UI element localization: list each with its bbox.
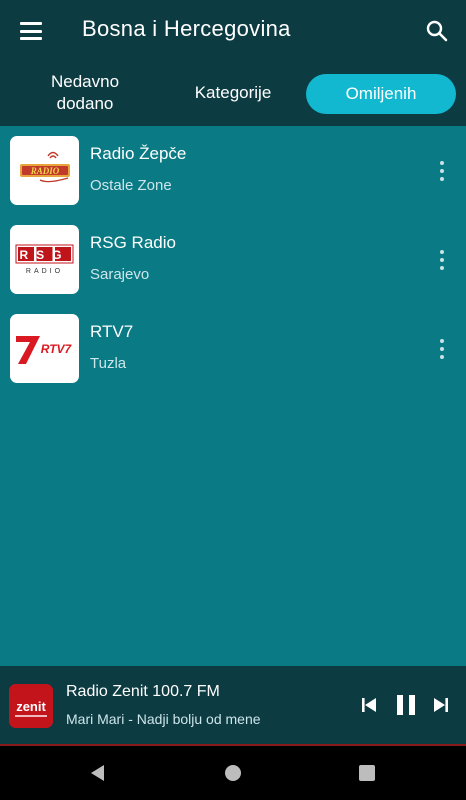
station-list: RADIO Radio Žepče Ostale Zone RSG RADIO … bbox=[0, 126, 466, 393]
station-location: Sarajevo bbox=[90, 266, 150, 283]
more-vert-icon[interactable] bbox=[438, 250, 446, 270]
radio-zenit-logo: zenit bbox=[9, 684, 53, 728]
tab-categories[interactable]: Kategorije bbox=[170, 72, 296, 114]
rtv7-logo: RTV7 bbox=[10, 314, 79, 383]
rsg-logo-subtext: RADIO bbox=[26, 268, 63, 275]
tab-recently-added[interactable]: Nedavno dodano bbox=[20, 72, 150, 114]
list-item[interactable]: RADIO Radio Žepče Ostale Zone bbox=[0, 126, 466, 215]
zenit-logo-text: zenit bbox=[16, 699, 46, 714]
page-title: Bosna i Hercegovina bbox=[82, 16, 291, 41]
rsg-logo-text: RSG bbox=[19, 248, 69, 262]
svg-text:RADIO: RADIO bbox=[30, 166, 60, 176]
station-location: Ostale Zone bbox=[90, 177, 172, 194]
tab-label-line2: dodano bbox=[56, 94, 114, 113]
list-item[interactable]: RTV7 RTV7 Tuzla bbox=[0, 304, 466, 393]
back-icon[interactable] bbox=[88, 763, 108, 788]
system-nav-bar bbox=[0, 746, 466, 800]
more-vert-icon[interactable] bbox=[438, 339, 446, 359]
more-vert-icon[interactable] bbox=[438, 161, 446, 181]
station-name: Radio Žepče bbox=[90, 144, 187, 163]
radio-zepce-logo: RADIO bbox=[10, 136, 79, 205]
station-name: RTV7 bbox=[90, 322, 134, 341]
station-name: RSG Radio bbox=[90, 233, 176, 252]
search-icon[interactable] bbox=[424, 18, 450, 44]
recents-icon[interactable] bbox=[357, 763, 377, 788]
pause-icon[interactable] bbox=[394, 693, 418, 722]
skip-next-icon[interactable] bbox=[432, 696, 450, 719]
rsg-radio-logo: RSG RADIO bbox=[10, 225, 79, 294]
rtv7-logo-text: RTV7 bbox=[41, 342, 73, 356]
tab-label-line1: Nedavno bbox=[50, 72, 120, 91]
list-item[interactable]: RSG RADIO RSG Radio Sarajevo bbox=[0, 215, 466, 304]
tab-label: Omiljenih bbox=[345, 84, 417, 103]
skip-previous-icon[interactable] bbox=[360, 696, 378, 719]
tab-bar: Nedavno dodano Kategorije Omiljenih bbox=[0, 62, 466, 126]
tab-label: Kategorije bbox=[194, 83, 272, 102]
station-location: Tuzla bbox=[90, 355, 127, 372]
now-playing-station: Radio Zenit 100.7 FM bbox=[66, 683, 220, 700]
now-playing-track: Mari Mari - Nadji bolju od mene bbox=[66, 711, 261, 727]
tab-favorites[interactable]: Omiljenih bbox=[306, 74, 456, 114]
home-icon[interactable] bbox=[223, 763, 243, 788]
hamburger-menu-icon[interactable] bbox=[20, 22, 42, 40]
mini-player[interactable]: zenit Radio Zenit 100.7 FM Mari Mari - N… bbox=[0, 666, 466, 746]
app-bar: Bosna i Hercegovina bbox=[0, 0, 466, 62]
